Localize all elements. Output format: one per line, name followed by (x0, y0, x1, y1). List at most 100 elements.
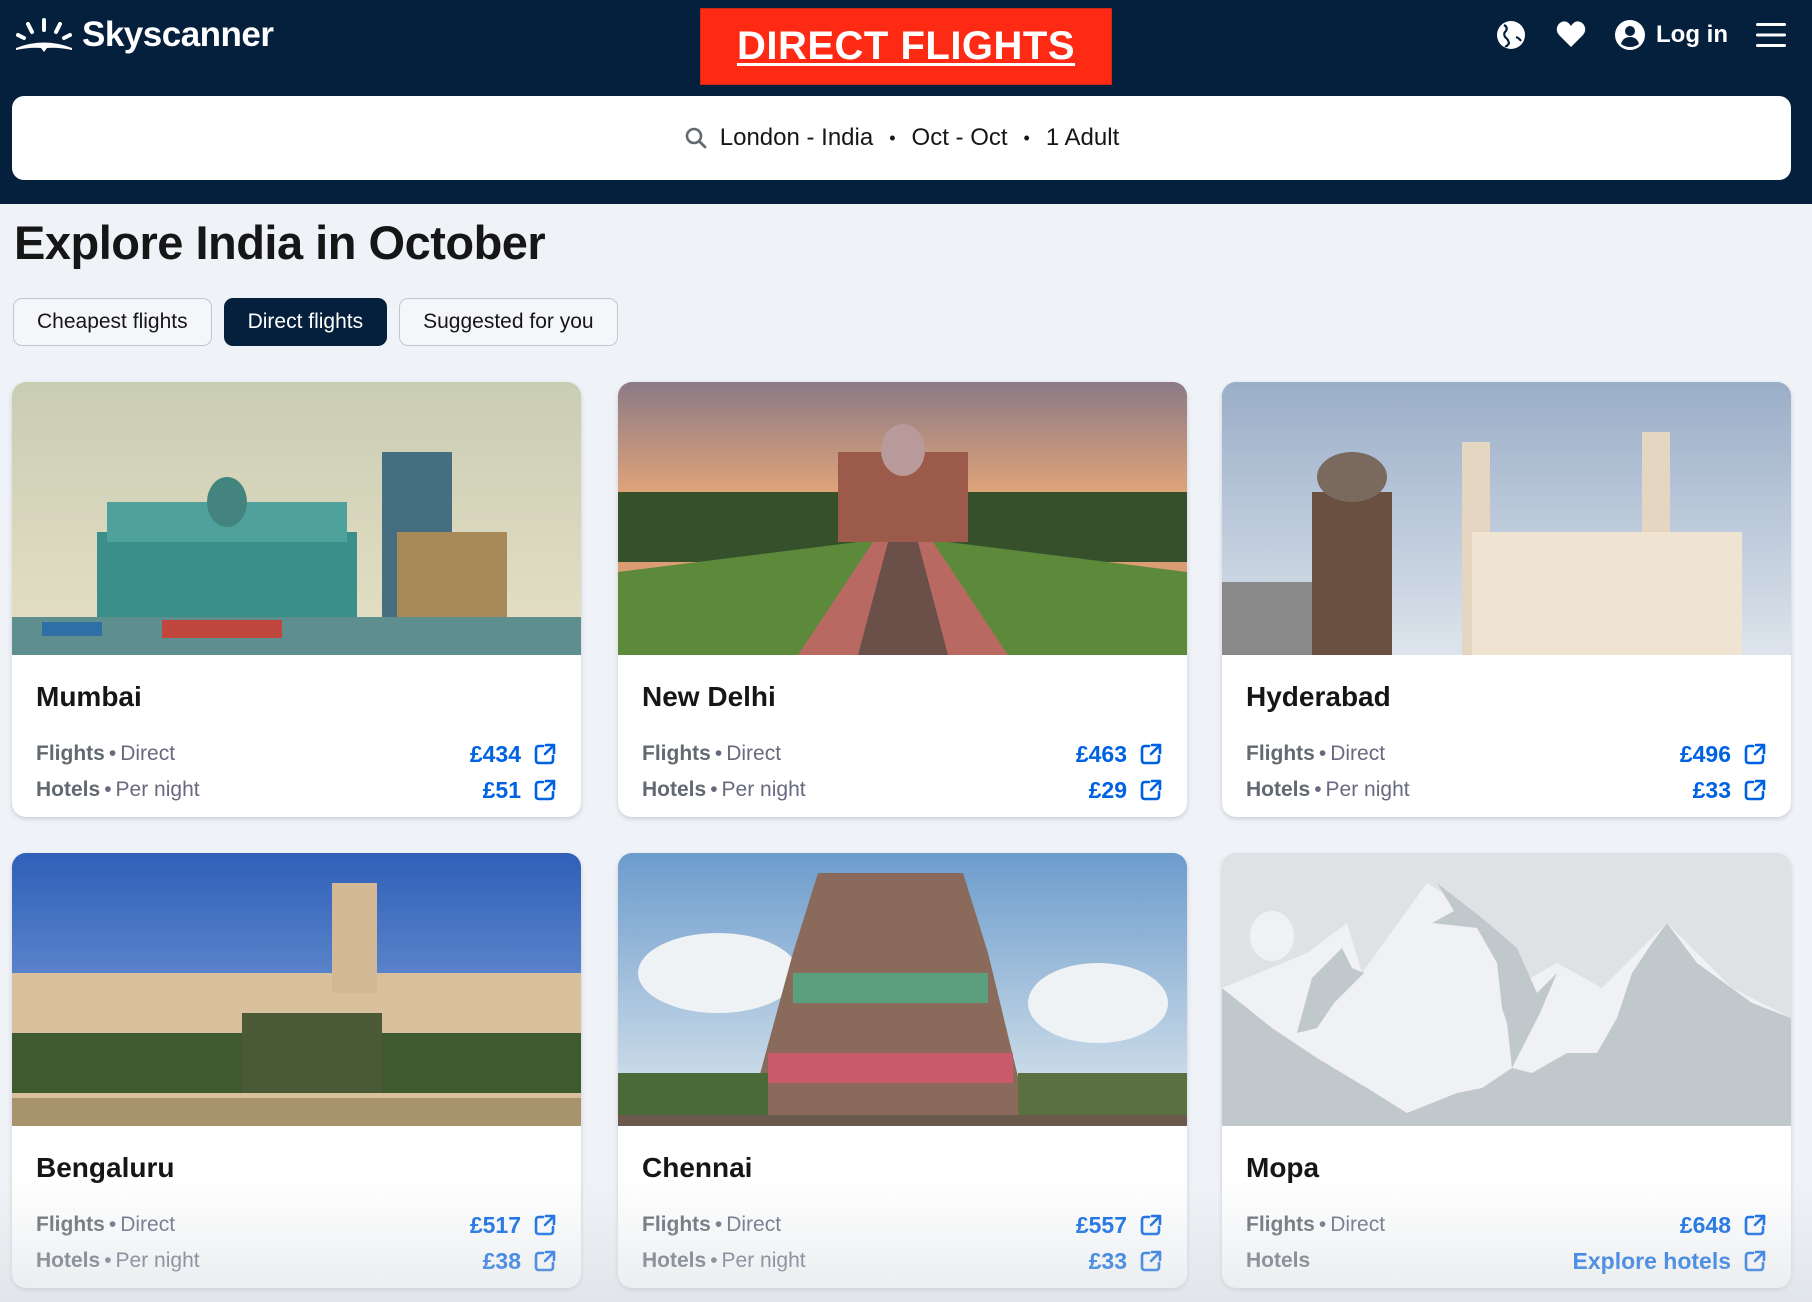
search-route: London - India (719, 124, 874, 151)
destination-image-mumbai (12, 382, 581, 655)
flights-row: Flights • Direct £648 (1246, 1210, 1767, 1240)
card-body: Hyderabad Flights • Direct £496 Hotels • Per… (1246, 655, 1767, 817)
menu-button[interactable] (1754, 18, 1788, 52)
external-link-icon (1140, 1250, 1162, 1272)
flights-label: Flights • Direct (1246, 742, 1386, 765)
city-name: Chennai (642, 1152, 753, 1183)
tab-suggested-for-you[interactable]: Suggested for you (399, 298, 618, 346)
header-nav: Log in (1494, 12, 1788, 58)
separator-dot: • (1023, 127, 1030, 148)
destination-card-mumbai[interactable]: Mumbai Flights • Direct £434 Hotels • Per ni… (12, 382, 581, 817)
flights-price-link[interactable]: £648 (1680, 1212, 1767, 1239)
hotels-price-link[interactable]: £29 (1089, 777, 1163, 804)
hotels-label: Hotels (1246, 1249, 1311, 1272)
city-name: Mopa (1246, 1152, 1320, 1183)
external-link-icon (1744, 743, 1766, 765)
city-name: Bengaluru (36, 1152, 175, 1183)
hotels-label: Hotels • Per night (642, 1249, 806, 1272)
flights-row: Flights • Direct £517 (36, 1210, 557, 1240)
card-body: New Delhi Flights • Direct £463 Hotels • Per… (642, 655, 1163, 817)
header: Skyscanner DIRECT FLIGHTS Log in London … (0, 0, 1812, 204)
hotels-row: Hotels Explore hotels (1246, 1246, 1767, 1276)
external-link-icon (534, 779, 556, 801)
hotels-label: Hotels • Per night (36, 778, 200, 801)
search-dates: Oct - Oct (911, 124, 1008, 151)
tab-direct-flights[interactable]: Direct flights (223, 298, 388, 346)
hotels-row: Hotels • Per night £51 (36, 775, 557, 805)
external-link-icon (1744, 779, 1766, 801)
promo-banner-text: DIRECT FLIGHTS (736, 24, 1076, 68)
hotels-row: Hotels • Per night £33 (1246, 775, 1767, 805)
sunrise-logo-icon (16, 18, 72, 52)
explore-hotels-link[interactable]: Explore hotels (1573, 1248, 1767, 1275)
placeholder-mountain-image (1222, 853, 1791, 1126)
hotels-label: Hotels • Per night (642, 778, 806, 801)
destination-card-chennai[interactable]: Chennai Flights • Direct £557 Hotels • Per n… (618, 853, 1187, 1288)
card-body: Mopa Flights • Direct £648 Hotels Explore … (1246, 1126, 1767, 1288)
login-button[interactable]: Log in (1614, 19, 1728, 51)
hotels-label: Hotels • Per night (36, 1249, 200, 1272)
destination-image-bengaluru (12, 853, 581, 1126)
hotels-row: Hotels • Per night £29 (642, 775, 1163, 805)
hotels-price-link[interactable]: £33 (1089, 1248, 1163, 1275)
destination-image-chennai (618, 853, 1187, 1126)
external-link-icon (534, 743, 556, 765)
tab-cheapest-flights[interactable]: Cheapest flights (13, 298, 212, 346)
flights-label: Flights • Direct (642, 742, 782, 765)
logo-text: Skyscanner (82, 15, 274, 54)
city-name: Hyderabad (1246, 681, 1391, 712)
external-link-icon (534, 1214, 556, 1236)
flights-price-link[interactable]: £463 (1076, 741, 1163, 768)
user-icon (1615, 20, 1646, 50)
hotels-row: Hotels • Per night £38 (36, 1246, 557, 1276)
flights-price-link[interactable]: £517 (470, 1212, 557, 1239)
flights-price-link[interactable]: £434 (470, 741, 557, 768)
search-icon (685, 127, 707, 149)
flights-label: Flights • Direct (642, 1213, 782, 1236)
hotels-row: Hotels • Per night £33 (642, 1246, 1163, 1276)
hotels-price-link[interactable]: £33 (1693, 777, 1767, 804)
flights-row: Flights • Direct £463 (642, 739, 1163, 769)
flights-label: Flights • Direct (36, 742, 176, 765)
city-name: Mumbai (36, 681, 142, 712)
card-body: Bengaluru Flights • Direct £517 Hotels • Per… (36, 1126, 557, 1288)
promo-banner[interactable]: DIRECT FLIGHTS (700, 8, 1112, 85)
search-summary-bar[interactable]: London - India • Oct - Oct • 1 Adult (12, 96, 1791, 180)
destination-image-new-delhi (618, 382, 1187, 655)
menu-icon (1756, 23, 1786, 47)
flights-label: Flights • Direct (36, 1213, 176, 1236)
external-link-icon (1744, 1250, 1766, 1272)
destination-card-bengaluru[interactable]: Bengaluru Flights • Direct £517 Hotels • Per… (12, 853, 581, 1288)
hotels-label: Hotels • Per night (1246, 778, 1410, 801)
globe-icon (1497, 21, 1526, 49)
skyscanner-logo[interactable]: Skyscanner (14, 12, 274, 58)
filter-tabs: Cheapest flights Direct flights Suggeste… (13, 298, 618, 346)
destination-card-mopa[interactable]: Mopa Flights • Direct £648 Hotels Explore … (1222, 853, 1791, 1288)
destination-card-new-delhi[interactable]: New Delhi Flights • Direct £463 Hotels • Per… (618, 382, 1187, 817)
external-link-icon (1140, 1214, 1162, 1236)
external-link-icon (1744, 1214, 1766, 1236)
hotels-price-link[interactable]: £51 (483, 777, 557, 804)
search-travellers: 1 Adult (1045, 124, 1120, 151)
destination-card-hyderabad[interactable]: Hyderabad Flights • Direct £496 Hotels • Per… (1222, 382, 1791, 817)
heart-icon (1556, 21, 1586, 47)
separator-dot: • (889, 127, 896, 148)
external-link-icon (1140, 743, 1162, 765)
flights-price-link[interactable]: £496 (1680, 741, 1767, 768)
card-body: Mumbai Flights • Direct £434 Hotels • Per ni… (36, 655, 557, 817)
hotels-price-link[interactable]: £38 (483, 1248, 557, 1275)
flights-price-link[interactable]: £557 (1076, 1212, 1163, 1239)
card-body: Chennai Flights • Direct £557 Hotels • Per n… (642, 1126, 1163, 1288)
flights-label: Flights • Direct (1246, 1213, 1386, 1236)
city-name: New Delhi (642, 681, 776, 712)
flights-row: Flights • Direct £496 (1246, 739, 1767, 769)
login-label: Log in (1656, 21, 1728, 48)
flights-row: Flights • Direct £557 (642, 1210, 1163, 1240)
page-title: Explore India in October (14, 216, 546, 269)
flights-row: Flights • Direct £434 (36, 739, 557, 769)
external-link-icon (534, 1250, 556, 1272)
destination-image-hyderabad (1222, 382, 1791, 655)
language-region-button[interactable] (1494, 18, 1528, 52)
saved-button[interactable] (1554, 18, 1588, 52)
external-link-icon (1140, 779, 1162, 801)
